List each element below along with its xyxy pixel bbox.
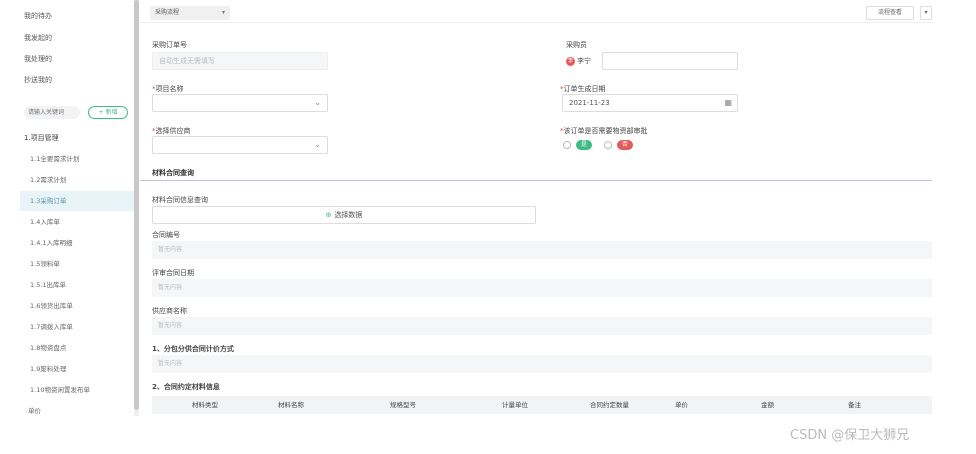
chevron-down-icon: ▾ <box>221 9 225 16</box>
supplier-label: *选择供应商 <box>152 126 191 136</box>
sidebar-link-todo[interactable]: 我的待办 <box>24 11 52 21</box>
sidebar-group-project[interactable]: 1.项目管理 <box>24 133 59 143</box>
table-header-cell: 材料类型 <box>192 401 218 409</box>
sidebar-item[interactable]: 1.4入库单 <box>20 212 134 232</box>
avatar: 李 <box>566 56 575 66</box>
sidebar-item[interactable]: 1.8物资盘点 <box>20 338 134 358</box>
radio-no[interactable] <box>604 141 612 149</box>
sidebar-item[interactable]: 1.9废料处理 <box>20 359 134 379</box>
project-label-text: 项目名称 <box>155 85 184 93</box>
sidebar-scrollbar-thumb[interactable] <box>134 0 139 410</box>
contract-query-label: 材料合同信息查询 <box>152 196 208 204</box>
sidebar-item[interactable]: 1.7调拨入库单 <box>20 317 134 337</box>
section-title: 材料合同查询 <box>152 169 194 177</box>
table-header-cell: 计量单位 <box>502 401 528 409</box>
sidebar: 我的待办 我发起的 我处理的 抄送我的 + 新增 1.项目管理 1.1全要需求计… <box>0 0 134 454</box>
sidebar-item[interactable]: 1.5.1出库单 <box>20 275 134 295</box>
table-header-cell: 单价 <box>675 401 688 409</box>
watermark: CSDN @保卫大狮兄 <box>790 428 910 443</box>
calendar-icon: ▦ <box>724 98 732 107</box>
select-data-label: 选择数据 <box>334 211 363 219</box>
po-number-label: 采购订单号 <box>152 41 187 49</box>
process-select[interactable]: 采购流程 ▾ <box>150 6 230 20</box>
order-date-value: 2021-11-23 <box>569 99 610 107</box>
radio-yes[interactable] <box>563 141 571 149</box>
sidebar-item[interactable]: 1.1全要需求计划 <box>20 149 134 169</box>
sidebar-item[interactable]: 1.6领货出库单 <box>20 296 134 316</box>
po-number-placeholder: 自动生成无需填写 <box>159 57 215 65</box>
sidebar-item[interactable]: 1.2需求计划 <box>20 170 134 190</box>
sidebar-search-input[interactable] <box>24 106 80 119</box>
sidebar-link-cc[interactable]: 抄送我的 <box>24 75 52 85</box>
material-table-header: 材料类型 材料名称 规格型号 计量单位 合同约定数量 单价 金额 备注 <box>152 396 932 414</box>
table-header-cell: 金额 <box>761 401 774 409</box>
option-no-badge: 否 <box>617 140 633 150</box>
select-icon: ⊕ <box>325 211 332 219</box>
option-yes-badge: 是 <box>576 140 592 150</box>
order-date-picker[interactable]: 2021-11-23 ▦ <box>562 94 738 112</box>
contract-number-label: 合同编号 <box>152 231 180 239</box>
material-approval-label: *该订单是否需要物资部审批 <box>560 126 648 136</box>
sidebar-item[interactable]: 1.10物资闲置发布单 <box>20 380 134 400</box>
supplier-label-text: 选择供应商 <box>155 127 191 135</box>
order-date-label: *订单生成日期 <box>560 84 606 94</box>
sidebar-item-active[interactable]: 1.3采购订单 <box>20 191 134 211</box>
supplier-select[interactable]: ⌄ <box>152 136 328 154</box>
table-header-cell: 材料名称 <box>278 401 304 409</box>
sidebar-link-initiated[interactable]: 我发起的 <box>24 33 52 43</box>
pricing-method-label: 1、分包分供合同计价方式 <box>152 345 234 353</box>
material-table-title: 2、合同约定材料信息 <box>152 383 220 391</box>
table-header-cell: 合同约定数量 <box>590 401 629 409</box>
table-header-cell: 规格型号 <box>390 401 416 409</box>
sidebar-link-handled[interactable]: 我处理的 <box>24 54 52 64</box>
supplier-name-field: 暂无内容 <box>152 317 932 335</box>
review-date-label: 评审合同日期 <box>152 269 194 277</box>
purchaser-chip: 李李宁 <box>566 53 591 69</box>
sidebar-item[interactable]: 1.5领料单 <box>20 254 134 274</box>
project-select[interactable]: ⌄ <box>152 94 328 112</box>
project-label: *项目名称 <box>152 84 184 94</box>
purchaser-label: 采购员 <box>566 41 587 49</box>
material-approval-label-text: 该订单是否需要物资部审批 <box>563 127 648 135</box>
order-date-label-text: 订单生成日期 <box>563 85 606 93</box>
section-divider <box>140 180 932 181</box>
sidebar-item[interactable]: 单价 <box>20 401 134 421</box>
sidebar-search-row: + 新增 <box>24 106 130 120</box>
purchaser-name: 李宁 <box>577 57 591 65</box>
sidebar-item[interactable]: 1.4.1入库明细 <box>20 233 134 253</box>
contract-number-field: 暂无内容 <box>152 241 932 259</box>
sidebar-new-button[interactable]: + 新增 <box>88 106 128 119</box>
po-number-field: 自动生成无需填写 <box>152 52 328 70</box>
supplier-name-label: 供应商名称 <box>152 307 187 315</box>
chevron-down-icon: ⌄ <box>314 98 321 107</box>
table-header-cell: 备注 <box>848 401 861 409</box>
review-date-field: 暂无内容 <box>152 279 932 297</box>
process-select-value: 采购流程 <box>155 9 180 16</box>
purchaser-field[interactable] <box>602 52 738 70</box>
pricing-method-field: 暂无内容 <box>152 355 932 373</box>
select-data-button[interactable]: ⊕ 选择数据 <box>152 206 536 224</box>
more-button[interactable]: ▾ <box>920 6 932 20</box>
view-process-button[interactable]: 流程查看 <box>866 6 914 20</box>
chevron-down-icon: ⌄ <box>314 140 321 149</box>
divider <box>140 22 932 23</box>
